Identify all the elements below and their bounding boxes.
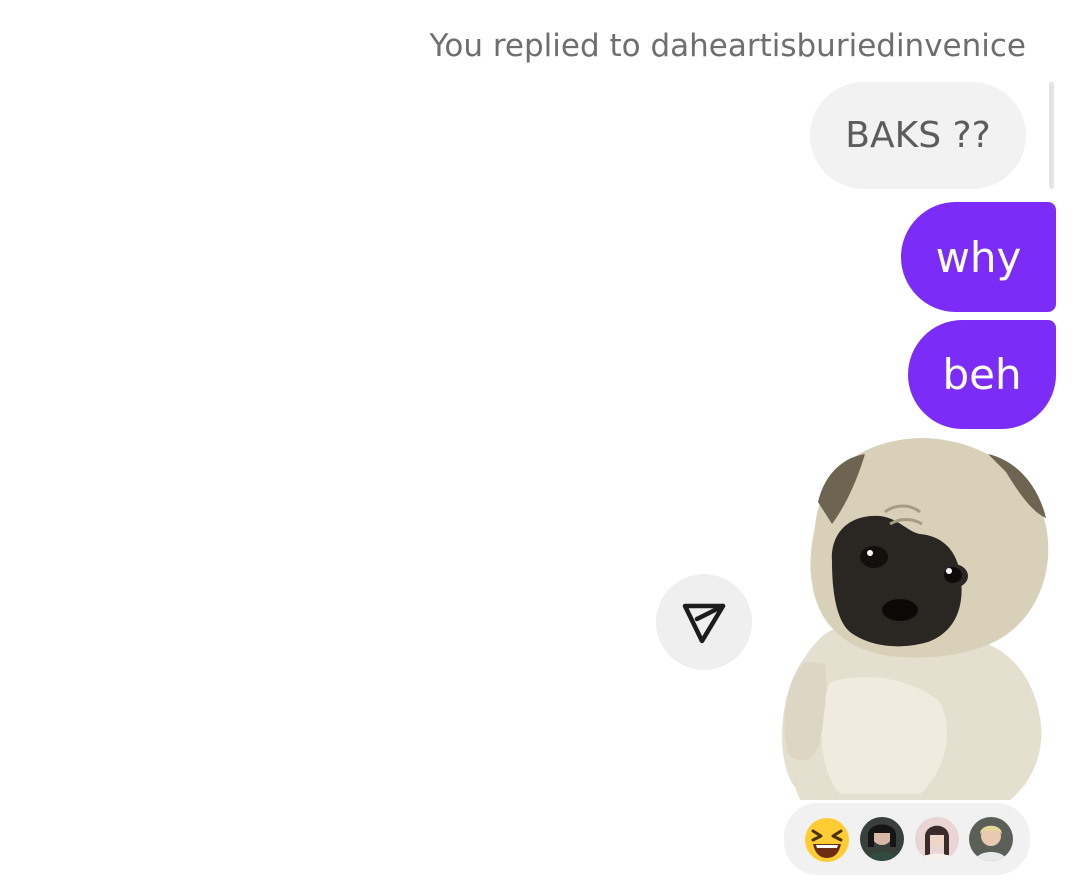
message-text: why: [935, 232, 1022, 282]
pug-sticker[interactable]: [770, 432, 1060, 800]
quoted-message-text: BAKS ??: [845, 115, 991, 156]
message-text: beh: [942, 350, 1022, 399]
reply-context-label: You replied to daheartisburiedinvenice: [429, 28, 1026, 64]
quoted-message-bubble[interactable]: BAKS ??: [810, 82, 1026, 189]
message-reactions[interactable]: [782, 801, 1032, 877]
reactor-avatar: [915, 817, 959, 861]
reactor-avatar: [969, 817, 1013, 861]
reply-quote-bar: [1049, 82, 1054, 189]
share-button[interactable]: [656, 574, 752, 670]
reactor-avatar: [860, 817, 904, 861]
grinning-squinting-face-icon: [805, 818, 849, 862]
sent-message-bubble[interactable]: why: [901, 202, 1056, 312]
sent-message-bubble[interactable]: beh: [908, 320, 1056, 429]
send-icon: [682, 603, 726, 644]
